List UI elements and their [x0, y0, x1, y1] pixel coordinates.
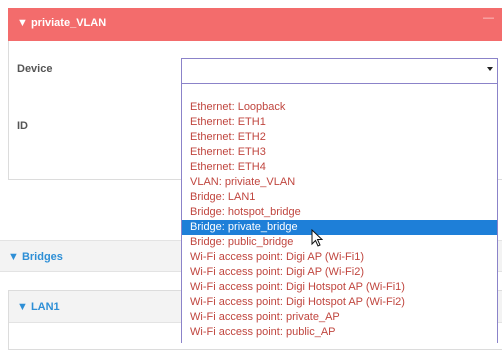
chevron-down-icon[interactable]: [487, 67, 493, 71]
dropdown-option[interactable]: Bridge: hotspot_bridge: [182, 205, 497, 220]
bridges-section-title[interactable]: ▼ Bridges: [8, 251, 63, 263]
dropdown-option[interactable]: Bridge: public_bridge: [182, 235, 497, 250]
dropdown-option[interactable]: Wi-Fi access point: Digi Hotspot AP (Wi-…: [182, 280, 497, 295]
dropdown-option[interactable]: Bridge: LAN1: [182, 190, 497, 205]
expand-arrow-icon: ▼: [17, 301, 28, 313]
dropdown-option[interactable]: Ethernet: ETH4: [182, 160, 497, 175]
dropdown-option[interactable]: Ethernet: Loopback: [182, 100, 497, 115]
dropdown-option[interactable]: Wi-Fi access point: Digi AP (Wi-Fi1): [182, 250, 497, 265]
dropdown-option[interactable]: VLAN: priviate_VLAN: [182, 175, 497, 190]
dropdown-option-selected[interactable]: Bridge: private_bridge: [182, 220, 497, 235]
dropdown-option[interactable]: Wi-Fi access point: private_AP: [182, 310, 497, 325]
lan1-label-text: LAN1: [30, 301, 60, 313]
dropdown-option[interactable]: Ethernet: ETH3: [182, 145, 497, 160]
dropdown-option[interactable]: Wi-Fi access point: public_AP: [182, 325, 497, 340]
expand-arrow-icon: ▼: [8, 251, 19, 263]
vlan-panel-title-text: priviate_VLAN: [30, 17, 107, 29]
device-select[interactable]: [181, 58, 498, 84]
bridges-label-text: Bridges: [21, 251, 63, 263]
dropdown-option[interactable]: Wi-Fi access point: Digi Hotspot AP (Wi-…: [182, 295, 497, 310]
device-label: Device: [17, 63, 53, 75]
device-dropdown-list[interactable]: Ethernet: Loopback Ethernet: ETH1 Ethern…: [181, 84, 498, 343]
expand-arrow-icon: ▼: [17, 17, 28, 29]
vlan-panel-title[interactable]: ▼ priviate_VLAN: [17, 17, 106, 29]
dropdown-option[interactable]: Wi-Fi access point: Digi AP (Wi-Fi2): [182, 265, 497, 280]
collapse-icon[interactable]: —: [483, 12, 494, 24]
lan1-panel-title[interactable]: ▼ LAN1: [17, 301, 60, 313]
mouse-pointer-icon: [311, 229, 323, 247]
id-label: ID: [17, 120, 28, 132]
dropdown-option[interactable]: Ethernet: ETH2: [182, 130, 497, 145]
dropdown-option[interactable]: Ethernet: ETH1: [182, 115, 497, 130]
